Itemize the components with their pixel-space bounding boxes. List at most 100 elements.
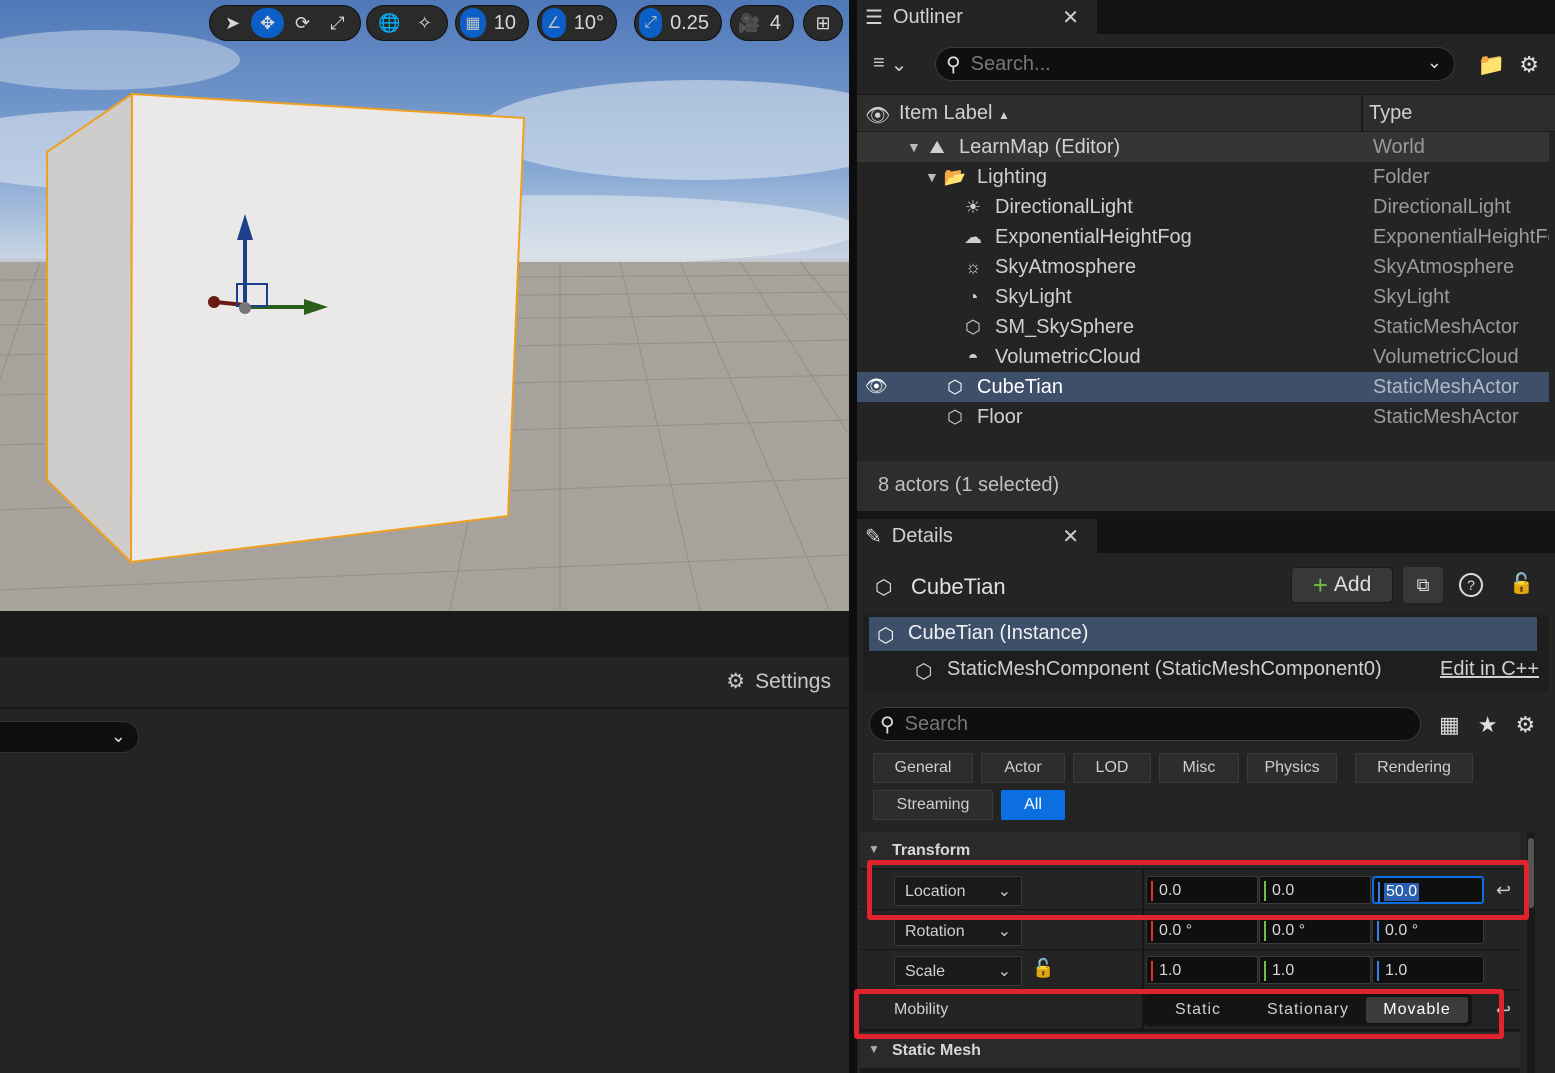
table-view-icon[interactable]: ▦ [1439,712,1460,738]
list-item[interactable]: ▼ ⛰ LearnMap (Editor) World [857,132,1549,162]
favorite-star-icon[interactable]: ★ [1478,712,1498,738]
level-viewport[interactable]: ➤ ✥ ⟳ ⤢ 🌐 ✧ ▦ 10 ∠ 10° ⤢ 0.25 🎥 4 ⊞ [0,0,849,611]
details-search-input[interactable]: ⚲ Search [869,707,1421,741]
add-label: Add [1333,573,1372,596]
list-item[interactable]: ⬡ Floor StaticMeshActor [857,402,1549,432]
scale-x-field[interactable]: 1.0 [1146,956,1258,984]
search-icon: ⚲ [946,53,961,76]
chevron-down-icon[interactable]: ⌄ [1427,52,1442,73]
camera-speed-value[interactable]: 4 [764,12,787,35]
space-tools: 🌐 ✧ [366,5,448,41]
actor-name[interactable]: CubeTian [911,574,1006,600]
lock-icon[interactable]: 🔓 [1509,571,1534,596]
translate-icon[interactable]: ✥ [251,8,284,38]
visibility-toggle-icon[interactable]: 👁 [865,376,888,397]
grid-snap-value[interactable]: 10 [488,12,522,35]
select-icon[interactable]: ➤ [216,8,249,38]
rotation-label: Rotation [905,923,965,940]
tab-details[interactable]: ✎ Details ✕ [857,519,1097,553]
help-icon[interactable]: ? [1459,573,1483,597]
column-separator[interactable] [1361,95,1363,133]
collapse-arrow-icon: ▼ [868,1042,880,1056]
grid-snap-toggle[interactable]: ▦ 10 [455,5,529,41]
list-item[interactable]: ☀ DirectionalLight DirectionalLight [857,192,1549,222]
filter-button[interactable]: ≡ ⌄ [873,52,907,77]
rotation-snap-value[interactable]: 10° [568,12,610,35]
surface-snap-icon[interactable]: ✧ [408,8,441,38]
item-label: SkyLight [995,286,1072,308]
static-mesh-component-row[interactable]: ⬡ StaticMeshComponent (StaticMeshCompone… [863,653,1549,687]
rotation-snap-toggle[interactable]: ∠ 10° [537,5,617,41]
category-all[interactable]: All [1001,790,1065,820]
list-item[interactable]: ☼ SkyAtmosphere SkyAtmosphere [857,252,1549,282]
scale-z-field[interactable]: 1.0 [1372,956,1484,984]
list-item[interactable]: ◓ VolumetricCloud VolumetricCloud [857,342,1549,372]
panel-divider[interactable] [849,0,857,1073]
lock-icon[interactable]: 🔓 [1032,958,1054,979]
left-dropdown[interactable]: ⌄ [0,721,139,753]
item-type: World [1373,136,1425,158]
gear-icon[interactable]: ⚙ [1516,712,1536,738]
category-streaming[interactable]: Streaming [873,790,993,820]
list-item[interactable]: ☁ ExponentialHeightFog ExponentialHeight… [857,222,1549,252]
search-icon: ⚲ [880,713,895,736]
column-type[interactable]: Type [1369,102,1412,125]
layout-button[interactable]: ⊞ [803,5,843,41]
item-type: SkyAtmosphere [1373,256,1515,278]
rotation-dropdown[interactable]: Rotation ⌄ [894,916,1022,946]
category-physics[interactable]: Physics [1247,753,1337,783]
expand-arrow-icon[interactable]: ▼ [907,139,921,155]
rotate-icon[interactable]: ⟳ [286,8,319,38]
x-axis-bar [1151,921,1153,941]
settings-button[interactable]: ⚙ Settings [726,669,831,694]
rotation-x-field[interactable]: 0.0 ° [1146,916,1258,944]
close-icon[interactable]: ✕ [1062,5,1079,30]
rotation-z-field[interactable]: 0.0 ° [1372,916,1484,944]
collapse-arrow-icon: ▼ [868,842,880,856]
column-item-label[interactable]: Item Label ▲ [899,102,1010,125]
expand-arrow-icon[interactable]: ▼ [925,169,939,185]
outliner-search-input[interactable]: ⚲ Search... ⌄ [935,47,1455,81]
category-lod[interactable]: LOD [1073,753,1151,783]
settings-label: Settings [755,669,831,693]
sort-ascending-icon: ▲ [997,108,1010,122]
field-value: 1.0 [1159,962,1182,979]
tab-outliner[interactable]: ☰ Outliner ✕ [857,0,1097,34]
static-mesh-icon: ⬡ [965,316,981,337]
visibility-icon: 👁 [865,105,891,127]
list-item[interactable]: ⬡ SM_SkySphere StaticMeshActor [857,312,1549,342]
edit-in-cpp-link[interactable]: Edit in C++ [1440,658,1539,681]
static-mesh-icon: ⬡ [915,661,933,683]
category-general[interactable]: General [873,753,973,783]
field-value: 1.0 [1272,962,1295,979]
add-component-button[interactable]: + Add [1291,567,1393,603]
scale-snap-toggle[interactable]: ⤢ 0.25 [634,5,722,41]
world-space-icon[interactable]: 🌐 [373,8,406,38]
rotation-y-field[interactable]: 0.0 ° [1259,916,1371,944]
scale-dropdown[interactable]: Scale ⌄ [894,956,1022,986]
viewport-scene [0,30,849,611]
gear-icon[interactable]: ⚙ [1519,52,1539,78]
category-rendering[interactable]: Rendering [1355,753,1473,783]
item-label: DirectionalLight [995,196,1133,218]
outliner-toolbar: ≡ ⌄ ⚲ Search... ⌄ 📁 ⚙ [857,34,1555,94]
component-instance-row[interactable]: ⬡ CubeTian (Instance) [869,617,1537,651]
category-misc[interactable]: Misc [1159,753,1239,783]
static-mesh-icon: ⬡ [947,406,963,427]
item-label: CubeTian [977,376,1063,398]
list-item[interactable]: ◔ SkyLight SkyLight [857,282,1549,312]
list-item[interactable]: ▼ 📂 Lighting Folder [857,162,1549,192]
outliner-actions: 📁 ⚙ [1478,52,1539,78]
scale-snap-value[interactable]: 0.25 [664,12,715,35]
details-icon: ✎ [865,525,882,548]
close-icon[interactable]: ✕ [1062,524,1079,549]
blueprint-button[interactable]: ⧉ [1403,567,1443,603]
list-item-selected[interactable]: 👁 ⬡ CubeTian StaticMeshActor [857,372,1549,402]
details-title: Details [891,524,953,547]
category-actor[interactable]: Actor [981,753,1065,783]
scale-icon[interactable]: ⤢ [321,8,354,38]
scale-y-field[interactable]: 1.0 [1259,956,1371,984]
angle-snap-icon: ∠ [542,8,566,38]
add-folder-icon[interactable]: 📁 [1478,52,1505,78]
camera-speed[interactable]: 🎥 4 [730,5,794,41]
